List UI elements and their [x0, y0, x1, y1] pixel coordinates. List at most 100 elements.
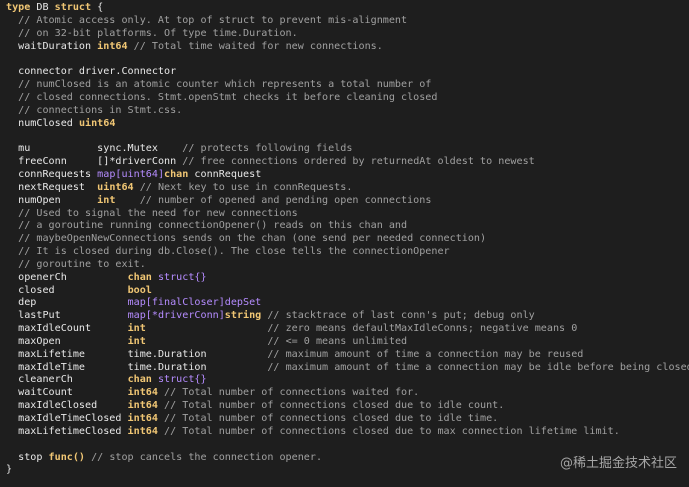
code-comment: // maybeOpenNewConnections sends on the … [18, 233, 487, 245]
code-comment: // Atomic access only. At top of struct … [18, 14, 408, 26]
code-line: // numClosed is an atomic counter which … [6, 79, 689, 92]
code-comment: // Total number of connections closed du… [164, 400, 505, 412]
code-comment: // stop cancels the connection opener. [91, 451, 323, 463]
code-line: // closed connections. Stmt.openStmt che… [6, 92, 689, 105]
code-line: // a goroutine running connectionOpener(… [6, 220, 689, 233]
code-line: // It is closed during db.Close(). The c… [6, 246, 689, 259]
watermark-text: @稀土掘金技术社区 [559, 456, 677, 471]
field-type: map[finalCloser]depSet [127, 297, 262, 309]
code-comment: // a goroutine running connectionOpener(… [18, 220, 408, 232]
code-comment: // free connections ordered by returnedA… [182, 156, 535, 168]
code-line: closed bool [6, 285, 689, 298]
code-comment: // maximum amount of time a connection m… [267, 361, 689, 373]
keyword-struct: struct [54, 2, 92, 13]
field-type-elem: connRequest [194, 168, 262, 180]
field-type: func() [48, 451, 86, 463]
field-type-chan: chan [164, 168, 189, 180]
code-line: numClosed uint64 [6, 118, 689, 131]
code-comment: // It is closed during db.Close(). The c… [18, 246, 450, 258]
field-name: numOpen [18, 194, 61, 206]
code-comment: // Total time waited for new connections… [133, 40, 383, 52]
code-editor[interactable]: type DB struct { // Atomic access only. … [0, 0, 689, 487]
code-line: openerCh chan struct{} [6, 272, 689, 285]
code-comment: // stacktrace of last conn's put; debug … [267, 310, 535, 322]
code-line: maxLifetimeClosed int64 // Total number … [6, 426, 689, 439]
field-type: int64 [97, 40, 128, 52]
code-comment: // Total number of connections waited fo… [164, 387, 420, 399]
field-type: int64 [127, 425, 158, 437]
field-type: int [127, 335, 146, 347]
code-line: lastPut map[*driverConn]string // stackt… [6, 310, 689, 323]
field-type: sync.Mutex [97, 143, 158, 155]
code-comment: // Total number of connections closed du… [164, 413, 499, 424]
field-type-elem: string [224, 310, 262, 322]
field-name: maxLifetime [18, 348, 86, 360]
field-name: closed [18, 284, 55, 296]
field-type: uint64 [78, 117, 116, 129]
field-name: waitCount [18, 387, 73, 399]
field-name: maxIdleClosed [18, 400, 98, 412]
field-type: time.Duration [127, 361, 207, 373]
code-comment: // number of opened and pending open con… [139, 194, 432, 206]
code-line: // connections in Stmt.css. [6, 105, 689, 118]
field-name: nextRequest [18, 181, 86, 193]
code-comment: // <= 0 means unlimited [267, 335, 408, 347]
field-type: map[uint64] [97, 168, 165, 180]
code-line: // on 32-bit platforms. Of type time.Dur… [6, 28, 689, 41]
code-line: numOpen int // number of opened and pend… [6, 195, 689, 208]
field-name: connRequests [18, 168, 92, 180]
field-type: bool [127, 284, 152, 296]
code-comment: // connections in Stmt.css. [18, 104, 183, 116]
code-comment: // zero means defaultMaxIdleConns; negat… [267, 323, 578, 335]
field-name: openerCh [18, 271, 67, 283]
field-type: chan [127, 271, 152, 283]
code-line: nextRequest uint64 // Next key to use in… [6, 182, 689, 195]
field-name: maxOpen [18, 335, 61, 347]
field-name: numClosed [18, 117, 73, 129]
field-type: []*driverConn [97, 156, 177, 168]
code-line: maxIdleClosed int64 // Total number of c… [6, 400, 689, 413]
code-line: connRequests map[uint64]chan connRequest [6, 169, 689, 182]
field-name: mu [18, 143, 31, 155]
code-line-type-decl: type DB struct { [6, 2, 689, 15]
code-line: maxIdleTime time.Duration // maximum amo… [6, 362, 689, 375]
field-name: maxIdleTimeClosed [18, 413, 122, 424]
field-name: dep [18, 297, 37, 309]
field-type: int64 [127, 387, 158, 399]
code-line: waitDuration int64 // Total time waited … [6, 41, 689, 54]
code-line: maxOpen int // <= 0 means unlimited [6, 336, 689, 349]
code-line: // goroutine to exit. [6, 259, 689, 272]
code-line: // Used to signal the need for new conne… [6, 208, 689, 221]
field-type: uint64 [97, 181, 134, 193]
field-type: chan [127, 374, 152, 386]
code-comment: // closed connections. Stmt.openStmt che… [18, 91, 438, 103]
code-line: maxLifetime time.Duration // maximum amo… [6, 349, 689, 362]
field-decl: connector driver.Connector [18, 66, 177, 78]
field-name: maxIdleTime [18, 361, 86, 373]
field-name: maxLifetimeClosed [18, 425, 122, 437]
field-type: time.Duration [127, 348, 207, 360]
code-line: connector driver.Connector [6, 66, 689, 79]
code-line: maxIdleCount int // zero means defaultMa… [6, 323, 689, 336]
code-line: cleanerCh chan struct{} [6, 374, 689, 387]
field-name: waitDuration [18, 40, 92, 52]
field-name: lastPut [18, 310, 61, 322]
field-name: freeConn [18, 156, 67, 168]
field-type: int64 [127, 413, 158, 424]
code-comment: // Next key to use in connRequests. [139, 181, 353, 193]
code-line: // maybeOpenNewConnections sends on the … [6, 233, 689, 246]
field-type-elem: struct{} [157, 271, 207, 283]
field-type: map[*driverConn] [127, 310, 225, 322]
code-comment: // on 32-bit platforms. Of type time.Dur… [18, 27, 298, 39]
open-brace: { [97, 2, 104, 13]
code-line: freeConn []*driverConn // free connectio… [6, 156, 689, 169]
field-name: maxIdleCount [18, 323, 92, 335]
code-line: dep map[finalCloser]depSet [6, 297, 689, 310]
code-comment: // goroutine to exit. [18, 258, 146, 270]
code-comment: // numClosed is an atomic counter which … [18, 79, 432, 91]
code-line: mu sync.Mutex // protects following fiel… [6, 143, 689, 156]
field-name: stop [18, 451, 43, 463]
type-name: DB [36, 2, 49, 13]
